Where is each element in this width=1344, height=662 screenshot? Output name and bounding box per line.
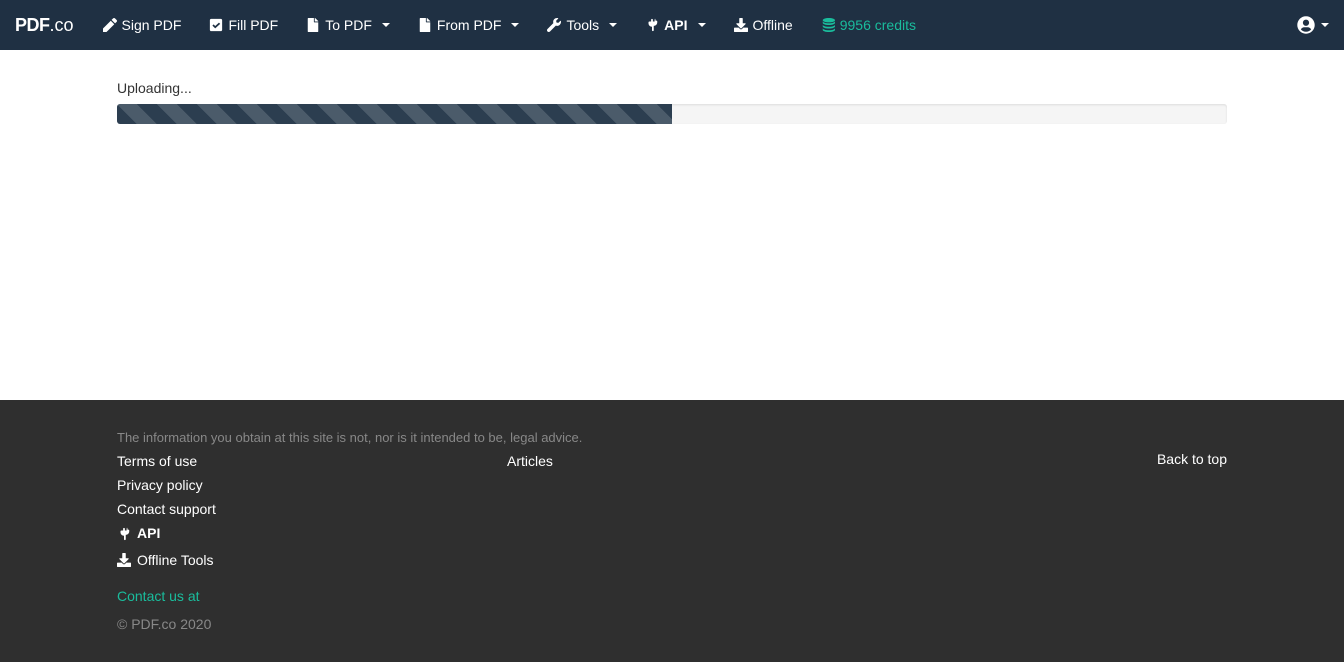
- footer-terms-link[interactable]: Terms of use: [117, 451, 197, 472]
- wrench-icon: [547, 18, 561, 32]
- coins-icon: [821, 18, 835, 32]
- nav-tools[interactable]: Tools: [533, 2, 631, 48]
- download-icon: [734, 18, 748, 32]
- nav-credits[interactable]: 9956 credits: [807, 2, 930, 48]
- nav-tools-label: Tools: [566, 17, 599, 33]
- download-icon: [117, 553, 131, 567]
- nav-fill-label: Fill PDF: [228, 17, 278, 33]
- nav-api[interactable]: API: [631, 2, 719, 48]
- caret-down-icon: [698, 23, 706, 27]
- brand-part1: PDF: [15, 15, 50, 35]
- footer-privacy-link[interactable]: Privacy policy: [117, 475, 203, 496]
- caret-down-icon: [1321, 23, 1329, 27]
- progress-track: [117, 104, 1227, 124]
- caret-down-icon: [609, 23, 617, 27]
- navbar: PDF.co Sign PDF Fill PDF To PDF From PDF: [0, 0, 1344, 50]
- footer-api-label: API: [137, 523, 160, 544]
- footer-api-link[interactable]: API: [117, 523, 160, 544]
- footer-articles-link[interactable]: Articles: [507, 451, 553, 472]
- nav-left: PDF.co Sign PDF Fill PDF To PDF From PDF: [15, 2, 930, 48]
- upload-status-text: Uploading...: [117, 80, 1227, 96]
- footer-offline-link[interactable]: Offline Tools: [117, 550, 214, 571]
- nav-to-pdf[interactable]: To PDF: [292, 2, 404, 48]
- user-circle-icon: [1297, 16, 1315, 34]
- nav-api-label: API: [664, 17, 687, 33]
- footer-copyright: © PDF.co 2020: [117, 616, 507, 632]
- nav-offline[interactable]: Offline: [720, 2, 807, 48]
- nav-sign-pdf[interactable]: Sign PDF: [89, 2, 196, 48]
- file-icon: [306, 18, 320, 32]
- footer: The information you obtain at this site …: [0, 400, 1344, 662]
- brand-logo[interactable]: PDF.co: [15, 15, 74, 36]
- footer-disclaimer: The information you obtain at this site …: [117, 430, 1227, 445]
- caret-down-icon: [382, 23, 390, 27]
- footer-col-1: Terms of use Privacy policy Contact supp…: [117, 451, 507, 632]
- progress-bar: [117, 104, 672, 124]
- file-icon: [418, 18, 432, 32]
- plug-icon: [645, 18, 659, 32]
- nav-to-label: To PDF: [325, 17, 372, 33]
- nav-menu: Sign PDF Fill PDF To PDF From PDF Tools: [89, 2, 930, 48]
- footer-col-2: Articles: [507, 451, 897, 632]
- plug-icon: [117, 527, 131, 541]
- nav-from-label: From PDF: [437, 17, 502, 33]
- footer-support-link[interactable]: Contact support: [117, 499, 216, 520]
- nav-offline-label: Offline: [753, 17, 793, 33]
- caret-down-icon: [511, 23, 519, 27]
- brand-part2: .co: [50, 15, 74, 35]
- footer-columns: Terms of use Privacy policy Contact supp…: [117, 451, 1227, 632]
- main-content: Uploading...: [102, 50, 1242, 400]
- pencil-icon: [103, 18, 117, 32]
- back-to-top-link[interactable]: Back to top: [1157, 451, 1227, 467]
- nav-user-menu[interactable]: [1297, 16, 1329, 34]
- nav-from-pdf[interactable]: From PDF: [404, 2, 534, 48]
- footer-col-3: Back to top: [897, 451, 1227, 632]
- check-square-icon: [209, 18, 223, 32]
- footer-contact-link[interactable]: Contact us at: [117, 588, 200, 604]
- nav-fill-pdf[interactable]: Fill PDF: [195, 2, 292, 48]
- nav-credits-label: 9956 credits: [840, 17, 916, 33]
- footer-offline-label: Offline Tools: [137, 550, 214, 571]
- nav-sign-label: Sign PDF: [122, 17, 182, 33]
